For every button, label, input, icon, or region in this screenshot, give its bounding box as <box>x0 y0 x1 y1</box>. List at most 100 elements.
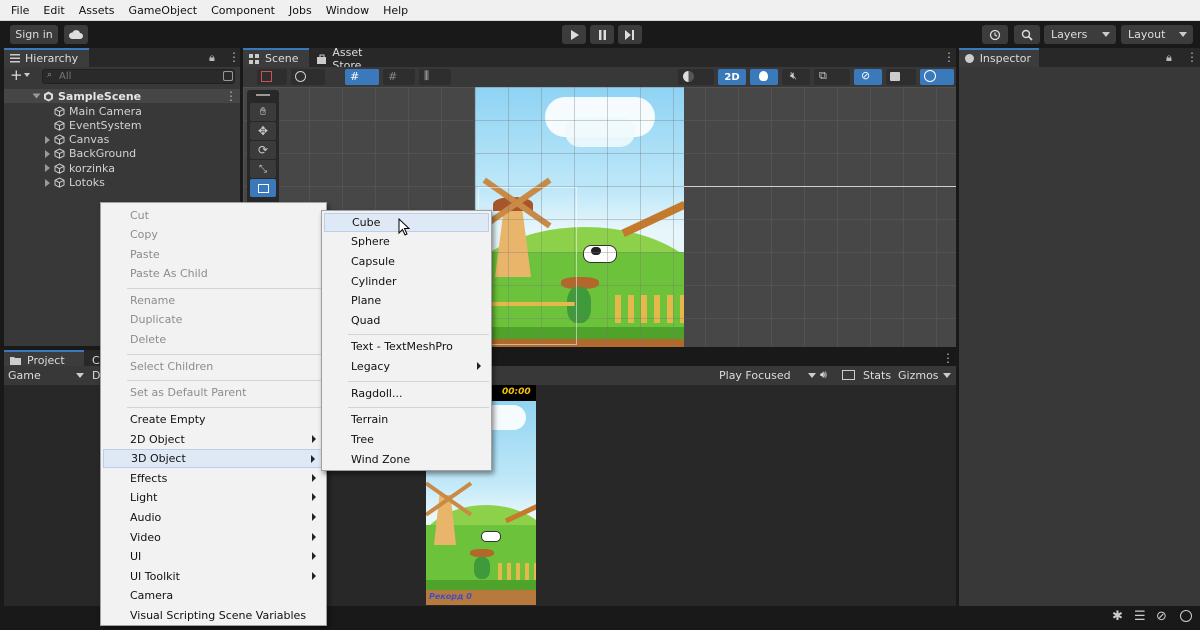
check-icon[interactable] <box>1180 610 1192 622</box>
gizmos-dropdown[interactable]: Gizmos <box>896 367 954 384</box>
hierarchy-item-label: Canvas <box>69 133 110 147</box>
kebab-menu-icon[interactable]: ⋮ <box>228 51 240 63</box>
hierarchy-item[interactable]: Canvas <box>4 133 240 147</box>
effects-dropdown[interactable]: ⧉ <box>814 69 850 85</box>
add-icon[interactable]: + <box>10 66 23 84</box>
lighting-toggle[interactable] <box>750 69 778 85</box>
kebab-menu-icon[interactable]: ⋮ <box>942 352 954 364</box>
menu-jobs[interactable]: Jobs <box>282 4 319 17</box>
snap-dropdown[interactable]: # <box>383 69 415 85</box>
menu-gameobject[interactable]: GameObject <box>122 4 205 17</box>
lock-icon[interactable]: 🔒︎ <box>1166 51 1172 65</box>
menu-item-label: Copy <box>130 228 158 241</box>
camera-dropdown[interactable] <box>886 69 916 85</box>
shading-mode-dropdown[interactable] <box>678 69 714 85</box>
menu-component[interactable]: Component <box>204 4 282 17</box>
grid-snap-toggle[interactable]: # <box>345 69 379 85</box>
kebab-menu-icon[interactable]: ⋮ <box>1186 51 1198 63</box>
stats-button[interactable]: Stats <box>863 369 891 382</box>
layout-dropdown[interactable]: Layout <box>1121 25 1193 44</box>
hierarchy-item[interactable]: Lotoks <box>4 176 240 190</box>
submenu-item-text-textmeshpro[interactable]: Text - TextMeshPro <box>324 337 489 356</box>
hierarchy-scene-row[interactable]: SampleScene ⋮ <box>4 89 240 103</box>
expand-arrow-icon[interactable] <box>45 149 50 158</box>
scale-tool-button[interactable]: ⤡ <box>250 160 276 178</box>
expand-arrow-icon[interactable] <box>32 93 41 99</box>
submenu-item-capsule[interactable]: Capsule <box>324 252 489 271</box>
context-menu-item-camera[interactable]: Camera <box>103 586 324 605</box>
hand-tool-button[interactable]: ✋︎ <box>250 103 276 121</box>
tab-scene[interactable]: Scene <box>243 48 309 67</box>
menu-edit[interactable]: Edit <box>36 4 71 17</box>
context-menu-item-visual-scripting-scene-variables[interactable]: Visual Scripting Scene Variables <box>103 606 324 625</box>
context-menu-item-duplicate: Duplicate <box>103 310 324 329</box>
lock-icon[interactable]: 🔒︎ <box>209 51 215 65</box>
filter-icon[interactable] <box>223 71 233 81</box>
play-focused-dropdown[interactable]: Play Focused <box>716 367 818 384</box>
auto-refresh-icon[interactable]: ⊘ <box>1156 609 1167 624</box>
hierarchy-item[interactable]: Main Camera <box>4 104 240 118</box>
menu-assets[interactable]: Assets <box>72 4 122 17</box>
context-menu-item-effects[interactable]: Effects <box>103 469 324 488</box>
menu-item-label: 3D Object <box>131 452 186 465</box>
toggle-2d-button[interactable]: 2D <box>718 69 746 85</box>
kebab-menu-icon[interactable]: ⋮ <box>943 51 955 63</box>
audio-toggle[interactable]: 🔇︎ <box>782 69 810 85</box>
menu-help[interactable]: Help <box>376 4 415 17</box>
draw-mode-dropdown[interactable] <box>257 69 287 85</box>
chevron-down-icon[interactable] <box>24 73 30 77</box>
rotate-tool-button[interactable]: ⟳ <box>250 141 276 159</box>
increment-snap-dropdown[interactable]: ⫼ <box>419 69 451 85</box>
submenu-item-wind-zone[interactable]: Wind Zone <box>324 450 489 469</box>
keyboard-icon[interactable] <box>842 370 855 380</box>
audio-icon[interactable]: 🔊︎ <box>820 368 827 382</box>
game-view-dropdown[interactable]: Game <box>4 367 86 384</box>
expand-arrow-icon[interactable] <box>45 135 50 144</box>
bug-icon[interactable]: ✱ <box>1112 609 1123 624</box>
hidden-objects-toggle[interactable]: ⊘ <box>854 69 882 85</box>
kebab-menu-icon[interactable]: ⋮ <box>225 90 237 102</box>
pause-button[interactable] <box>590 25 614 44</box>
menu-file[interactable]: File <box>4 4 36 17</box>
hierarchy-search-input[interactable]: ⌕ All <box>42 69 235 84</box>
gizmos-toggle[interactable] <box>920 69 954 85</box>
history-icon <box>989 29 1001 40</box>
submenu-item-terrain[interactable]: Terrain <box>324 410 489 429</box>
submenu-item-cylinder[interactable]: Cylinder <box>324 272 489 291</box>
context-menu-item-ui[interactable]: UI <box>103 547 324 566</box>
context-menu-item-audio[interactable]: Audio <box>103 508 324 527</box>
submenu-item-legacy[interactable]: Legacy <box>324 357 489 376</box>
submenu-item-tree[interactable]: Tree <box>324 430 489 449</box>
history-button[interactable] <box>982 25 1008 44</box>
cloud-button[interactable] <box>64 25 88 44</box>
move-tool-button[interactable]: ✥ <box>250 122 276 140</box>
context-menu-item-3d-object[interactable]: 3D Object <box>103 449 324 468</box>
hierarchy-item[interactable]: EventSystem <box>4 118 240 132</box>
tab-inspector[interactable]: Inspector <box>959 48 1039 67</box>
layers-dropdown[interactable]: Layers <box>1044 25 1116 44</box>
menu-window[interactable]: Window <box>319 4 376 17</box>
step-button[interactable] <box>618 25 642 44</box>
context-menu-item-ui-toolkit[interactable]: UI Toolkit <box>103 567 324 586</box>
tab-hierarchy[interactable]: Hierarchy <box>4 48 89 67</box>
hierarchy-item[interactable]: BackGround <box>4 147 240 161</box>
context-menu-item-2d-object[interactable]: 2D Object <box>103 430 324 449</box>
submenu-item-plane[interactable]: Plane <box>324 291 489 310</box>
context-menu-item-create-empty[interactable]: Create Empty <box>103 410 324 429</box>
context-menu-item-video[interactable]: Video <box>103 528 324 547</box>
context-menu-item-copy: Copy <box>103 225 324 244</box>
effects-icon: ⧉ <box>819 69 827 82</box>
tab-asset-store[interactable]: Asset Store <box>311 46 399 72</box>
submenu-item-quad[interactable]: Quad <box>324 311 489 330</box>
sign-in-button[interactable]: Sign in <box>10 25 58 44</box>
play-button[interactable] <box>562 25 586 44</box>
search-button[interactable] <box>1014 25 1040 44</box>
cache-server-icon[interactable]: ☰ <box>1134 609 1146 624</box>
rect-tool-button[interactable] <box>250 179 276 197</box>
globe-dropdown[interactable] <box>291 69 325 85</box>
submenu-item-ragdoll[interactable]: Ragdoll... <box>324 384 489 403</box>
expand-arrow-icon[interactable] <box>45 164 50 173</box>
expand-arrow-icon[interactable] <box>45 178 50 187</box>
context-menu-item-light[interactable]: Light <box>103 488 324 507</box>
hierarchy-item[interactable]: korzinka <box>4 161 240 175</box>
